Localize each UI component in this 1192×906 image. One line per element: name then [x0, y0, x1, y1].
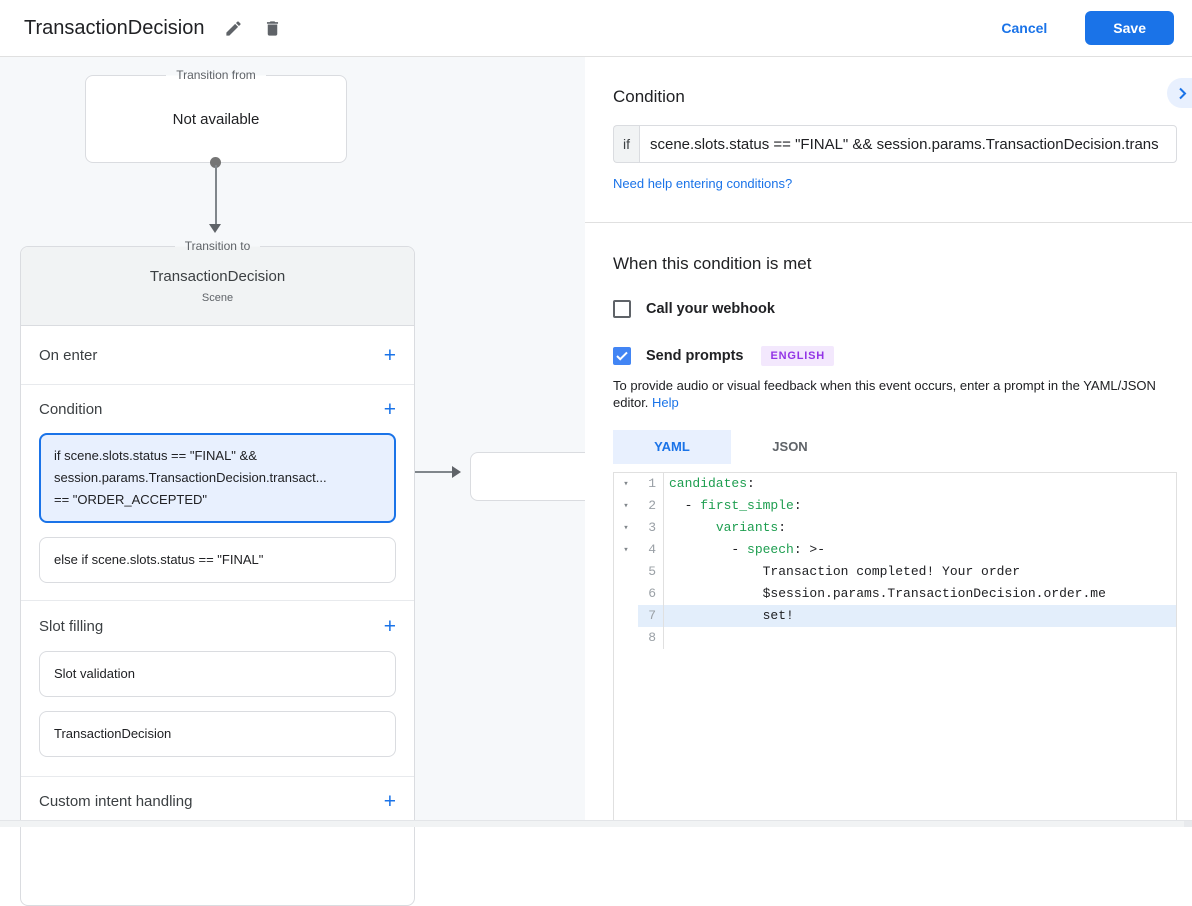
line-number: 8: [638, 627, 664, 649]
tab-json[interactable]: JSON: [731, 430, 849, 464]
fold-spacer: [614, 627, 638, 649]
panel-divider: [585, 222, 1192, 223]
editor-lines: ▾1candidates:▾2 - first_simple:▾3 varian…: [614, 473, 1176, 649]
prompts-checkbox[interactable]: [613, 347, 631, 365]
editor-line[interactable]: ▾2 - first_simple:: [614, 495, 1176, 517]
transition-from-node: Transition from Not available: [85, 75, 347, 163]
connector-line: [215, 165, 217, 225]
prompt-description: To provide audio or visual feedback when…: [613, 377, 1173, 411]
prompt-description-text: To provide audio or visual feedback when…: [613, 378, 1156, 410]
if-label: if: [613, 125, 639, 163]
slot-filling-label: Slot filling: [39, 618, 103, 635]
transition-to-legend: Transition to: [21, 239, 414, 253]
editor-line[interactable]: ▾4 - speech: >-: [614, 539, 1176, 561]
add-condition-button[interactable]: +: [384, 399, 396, 420]
editor-line[interactable]: 6 $session.params.TransactionDecision.or…: [614, 583, 1176, 605]
webhook-checkbox[interactable]: [613, 300, 631, 318]
editor-line[interactable]: 5 Transaction completed! Your order: [614, 561, 1176, 583]
condition-section: Condition +: [21, 385, 414, 433]
fold-spacer: [614, 605, 638, 627]
slot-validation-card[interactable]: Slot validation: [39, 651, 396, 697]
condition-card-selected[interactable]: if scene.slots.status == "FINAL" && sess…: [39, 433, 396, 523]
line-number: 7: [638, 605, 664, 627]
fold-toggle-icon[interactable]: ▾: [614, 517, 638, 539]
yaml-editor[interactable]: ▾1candidates:▾2 - first_simple:▾3 varian…: [613, 472, 1177, 824]
line-number: 6: [638, 583, 664, 605]
arrow-right-icon: [452, 466, 461, 478]
delete-scene-button[interactable]: [263, 19, 282, 38]
on-enter-section: On enter +: [21, 326, 414, 384]
slot-filling-section: Slot filling +: [21, 601, 414, 651]
custom-intent-section: Custom intent handling +: [21, 777, 414, 825]
scene-flow-canvas: Transition from Not available Transition…: [0, 57, 585, 827]
collapse-panel-button[interactable]: [1167, 78, 1192, 108]
scene-type-label: Scene: [21, 292, 414, 304]
code-text[interactable]: variants:: [664, 517, 1176, 539]
top-bar: TransactionDecision Cancel Save: [0, 0, 1192, 57]
condition-section-label: Condition: [39, 401, 102, 418]
code-text[interactable]: set!: [664, 605, 1176, 627]
line-number: 3: [638, 517, 664, 539]
code-text[interactable]: candidates:: [664, 473, 1176, 495]
transition-target-node[interactable]: [470, 452, 602, 501]
scrollbar-corner: [1184, 821, 1192, 827]
condition-expression-input[interactable]: [639, 125, 1177, 163]
line-number: 2: [638, 495, 664, 517]
code-text[interactable]: - speech: >-: [664, 539, 1176, 561]
editor-tabs: YAMLJSON: [613, 430, 1177, 464]
fold-toggle-icon[interactable]: ▾: [614, 495, 638, 517]
scene-name: TransactionDecision: [21, 268, 414, 285]
editor-line[interactable]: 8: [614, 627, 1176, 649]
check-icon: [616, 351, 628, 361]
transition-from-legend: Transition from: [86, 68, 346, 82]
language-badge: ENGLISH: [761, 346, 834, 366]
code-text[interactable]: - first_simple:: [664, 495, 1176, 517]
add-on-enter-button[interactable]: +: [384, 345, 396, 366]
editor-line[interactable]: ▾3 variants:: [614, 517, 1176, 539]
horizontal-scrollbar[interactable]: [0, 820, 1192, 827]
condition-card-else[interactable]: else if scene.slots.status == "FINAL": [39, 537, 396, 583]
pencil-icon: [224, 19, 243, 38]
condition-help-link[interactable]: Need help entering conditions?: [613, 176, 792, 191]
fold-spacer: [614, 583, 638, 605]
line-number: 5: [638, 561, 664, 583]
line-number: 1: [638, 473, 664, 495]
fold-toggle-icon[interactable]: ▾: [614, 539, 638, 561]
page-title: TransactionDecision: [24, 17, 204, 40]
prompt-help-link[interactable]: Help: [652, 395, 679, 410]
on-enter-label: On enter: [39, 347, 97, 364]
webhook-row: Call your webhook: [613, 300, 1177, 318]
cancel-button[interactable]: Cancel: [1001, 20, 1047, 36]
condition-detail-panel: Condition if Need help entering conditio…: [585, 57, 1192, 827]
editor-line[interactable]: 7 set!: [614, 605, 1176, 627]
add-slot-button[interactable]: +: [384, 616, 396, 637]
transition-to-node: Transition to TransactionDecision Scene …: [20, 246, 415, 906]
editor-line[interactable]: ▾1candidates:: [614, 473, 1176, 495]
line-number: 4: [638, 539, 664, 561]
code-text[interactable]: $session.params.TransactionDecision.orde…: [664, 583, 1176, 605]
slot-transactiondecision-card[interactable]: TransactionDecision: [39, 711, 396, 757]
save-button[interactable]: Save: [1085, 11, 1174, 45]
custom-intent-label: Custom intent handling: [39, 793, 192, 810]
condition-panel-heading: Condition: [613, 87, 1177, 107]
webhook-label: Call your webhook: [646, 301, 775, 317]
tab-yaml[interactable]: YAML: [613, 430, 731, 464]
arrow-down-icon: [209, 224, 221, 233]
trash-icon: [263, 19, 282, 38]
edit-scene-button[interactable]: [224, 19, 243, 38]
when-met-heading: When this condition is met: [613, 254, 1177, 274]
send-prompts-row: Send prompts ENGLISH: [613, 346, 1177, 366]
condition-input-group: if: [613, 125, 1177, 163]
transition-from-text: Not available: [173, 111, 260, 128]
scene-card-header[interactable]: TransactionDecision Scene: [21, 247, 414, 326]
code-text[interactable]: [664, 627, 1176, 649]
prompts-label: Send prompts: [646, 348, 743, 364]
add-custom-intent-button[interactable]: +: [384, 791, 396, 812]
chevron-right-icon: [1178, 87, 1187, 100]
fold-toggle-icon[interactable]: ▾: [614, 473, 638, 495]
code-text[interactable]: Transaction completed! Your order: [664, 561, 1176, 583]
fold-spacer: [614, 561, 638, 583]
